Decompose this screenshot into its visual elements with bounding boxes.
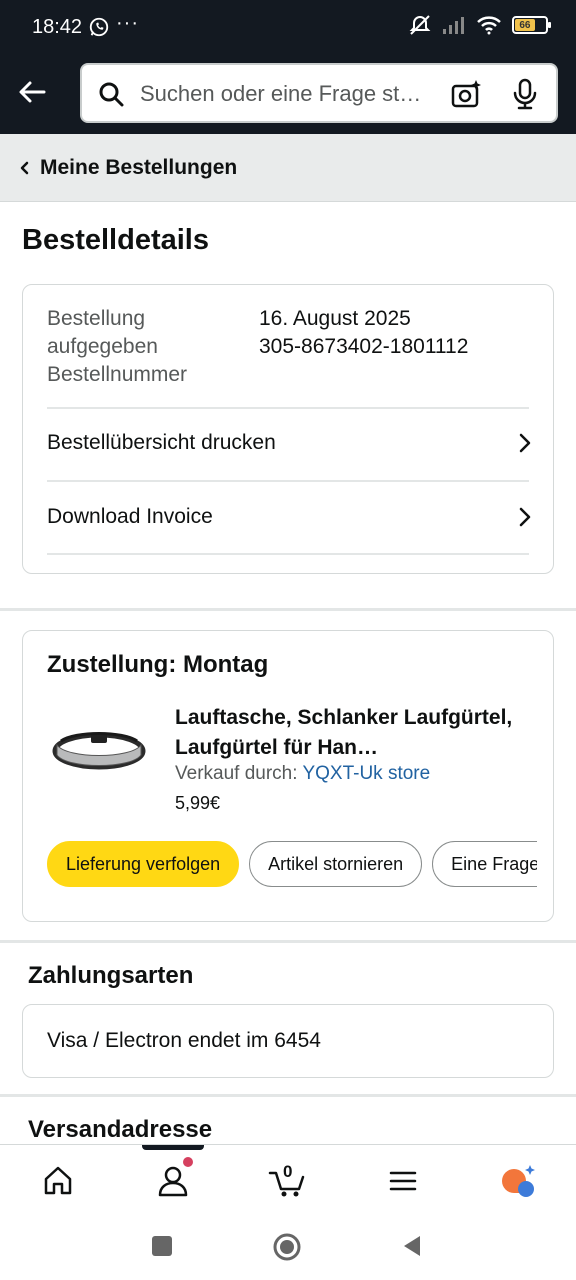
order-number: 305-8673402-1801112 [259, 335, 469, 358]
section-separator [0, 940, 576, 943]
seller-link[interactable]: YQXT-Uk store [302, 763, 430, 784]
product-image[interactable] [51, 721, 147, 777]
divider [47, 553, 529, 555]
status-overflow: ··· [116, 12, 139, 34]
wifi-icon [477, 16, 501, 35]
signal-icon [443, 17, 464, 34]
section-separator [0, 608, 576, 611]
cart-count: 0 [283, 1162, 293, 1181]
status-time: 18:42 [32, 16, 83, 38]
print-summary-label: Bestellübersicht drucken [47, 431, 276, 454]
recents-icon[interactable] [150, 1234, 174, 1258]
menu-icon[interactable] [383, 1161, 423, 1201]
microphone-icon[interactable] [510, 78, 540, 110]
header: Suchen oder eine Frage st… [0, 56, 576, 134]
track-delivery-button[interactable]: Lieferung verfolgen [47, 841, 240, 887]
rufus-assistant-icon[interactable] [498, 1161, 538, 1201]
page-title: Bestelldetails [22, 224, 209, 256]
payment-card: Visa / Electron endet im 6454 [22, 1004, 554, 1078]
seller-info: Verkauf durch: YQXT-Uk store [175, 763, 430, 785]
back-button-icon[interactable] [400, 1234, 424, 1258]
payment-method: Visa / Electron [47, 1029, 183, 1052]
payment-heading: Zahlungsarten [28, 962, 194, 989]
mute-icon [409, 15, 431, 35]
ask-question-button[interactable]: Eine Frage stellen [432, 841, 537, 887]
download-invoice-label: Download Invoice [47, 505, 213, 528]
status-bar: 18:42 ··· 66 [0, 0, 576, 56]
whatsapp-icon [89, 17, 109, 37]
breadcrumb[interactable]: Meine Bestellungen [0, 134, 576, 202]
search-input[interactable]: Suchen oder eine Frage st… [80, 63, 558, 123]
section-separator [0, 1094, 576, 1097]
home-icon[interactable] [38, 1161, 78, 1201]
camera-search-icon[interactable] [450, 78, 482, 110]
download-invoice-link[interactable]: Download Invoice [23, 481, 553, 553]
action-button-row[interactable]: Lieferung verfolgen Artikel stornieren Ein… [47, 841, 537, 887]
seller-prefix: Verkauf durch: [175, 763, 303, 784]
order-values: 16. August 2025 305-8673402-1801112 [259, 305, 468, 361]
order-labels: Bestellung aufgegeben Bestellnummer [47, 305, 237, 389]
product-title[interactable]: Lauftasche, Schlanker Laufgürtel, Laufgü… [175, 703, 531, 763]
notification-badge [183, 1157, 193, 1167]
back-arrow-icon[interactable] [14, 74, 50, 110]
chevron-left-icon [20, 161, 29, 174]
order-date-label: Bestellung aufgegeben [47, 307, 158, 358]
order-info-card: Bestellung aufgegeben Bestellnummer 16. … [22, 284, 554, 574]
home-button-icon[interactable] [272, 1232, 302, 1262]
breadcrumb-label: Meine Bestellungen [40, 155, 238, 179]
account-icon[interactable] [153, 1161, 193, 1201]
delivery-card: Zustellung: Montag Lauftasche, Schlanker… [22, 630, 554, 922]
cancel-item-button[interactable]: Artikel stornieren [249, 841, 423, 887]
battery-icon: 66 [512, 16, 551, 34]
product-price: 5,99€ [175, 793, 221, 813]
order-number-label: Bestellnummer [47, 363, 188, 386]
payment-ending: endet im 6454 [187, 1029, 321, 1052]
delivery-title: Zustellung: Montag [47, 651, 269, 678]
system-nav-bar [0, 1216, 576, 1280]
chevron-right-icon [519, 507, 531, 527]
print-summary-link[interactable]: Bestellübersicht drucken [23, 407, 553, 479]
active-tab-indicator [142, 1145, 204, 1150]
shipping-heading: Versandadresse [28, 1116, 213, 1143]
search-placeholder: Suchen oder eine Frage st… [140, 81, 422, 106]
search-icon [99, 82, 124, 107]
chevron-right-icon [519, 433, 531, 453]
order-date: 16. August 2025 [259, 307, 411, 330]
